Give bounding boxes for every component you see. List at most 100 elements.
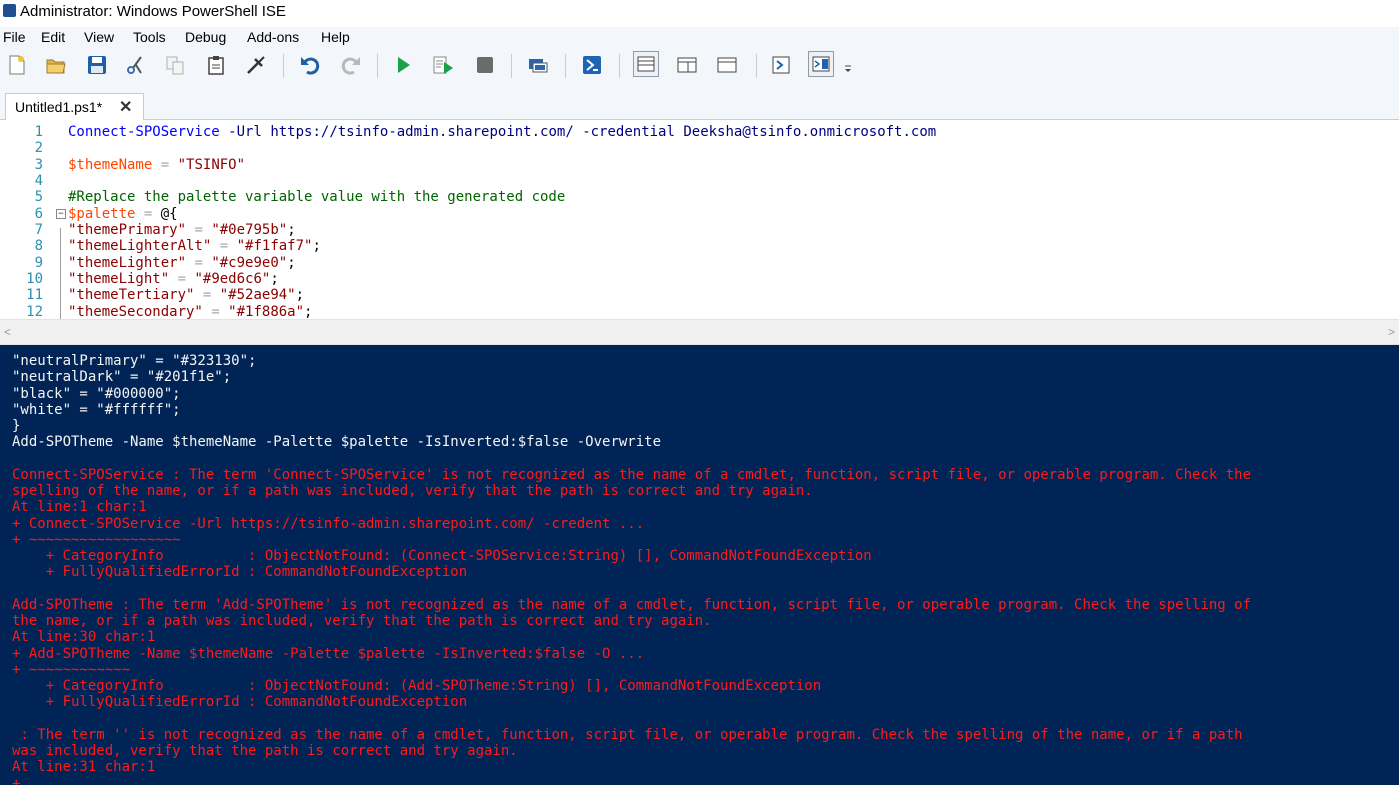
toolbar-separator xyxy=(619,54,620,78)
title-bar: Administrator: Windows PowerShell ISE xyxy=(0,0,1399,26)
script-pane-maximized-icon[interactable] xyxy=(716,54,738,76)
code-token: "#0e795b" xyxy=(211,221,288,238)
console-error-line: + CategoryInfo : ObjectNotFound: (Connec… xyxy=(12,548,872,564)
menu-file[interactable]: File xyxy=(3,29,26,45)
code-text: "themePrimary" = "#0e795b"; xyxy=(68,222,296,238)
console-error-line: + FullyQualifiedErrorId : CommandNotFoun… xyxy=(12,694,468,711)
menu-edit[interactable]: Edit xyxy=(41,29,65,45)
code-token: = xyxy=(177,270,187,287)
scroll-right-icon[interactable]: > xyxy=(1388,325,1395,339)
fold-guide-line xyxy=(60,228,61,319)
undo-icon[interactable] xyxy=(299,54,321,76)
code-token: Connect-SPOService xyxy=(68,124,220,140)
console-error-line: spelling of the name, or if a path was i… xyxy=(12,483,813,499)
close-icon[interactable]: ✕ xyxy=(119,97,132,117)
code-text: "themeLighterAlt" = "#f1faf7"; xyxy=(68,238,321,254)
clear-console-icon[interactable] xyxy=(245,54,267,76)
scroll-left-icon[interactable]: < xyxy=(4,325,11,339)
menu-tools[interactable]: Tools xyxy=(133,29,166,45)
code-token: "#52ae94" xyxy=(219,287,296,304)
code-line[interactable]: 12 "themeSecondary" = "#1f886a"; xyxy=(0,304,1399,319)
editor-horizontal-scrollbar[interactable]: < > xyxy=(0,319,1399,345)
run-selection-icon[interactable] xyxy=(432,54,454,76)
code-token: https://tsinfo-admin.sharepoint.com/ xyxy=(270,124,574,140)
menu-debug[interactable]: Debug xyxy=(185,29,226,45)
show-command-add-on-icon[interactable] xyxy=(808,51,834,77)
code-text: Connect-SPOService -Url https://tsinfo-a… xyxy=(68,124,936,140)
code-token: ; xyxy=(304,303,313,319)
console-error-line: was included, verify that the path is co… xyxy=(12,743,518,759)
console-error-line: Add-SPOTheme : The term 'Add-SPOTheme' i… xyxy=(12,596,1252,613)
code-text: "themeLighter" = "#c9e9e0"; xyxy=(68,255,296,271)
code-token: "themeLighter" xyxy=(68,254,187,271)
cut-icon[interactable] xyxy=(124,54,146,76)
console-error-line: Connect-SPOService : The term 'Connect-S… xyxy=(12,466,1252,483)
save-icon[interactable] xyxy=(86,54,108,76)
code-line[interactable]: 5 #Replace the palette variable value wit… xyxy=(0,189,1399,205)
console-error-line: + ~~~~~~~~~~~~ xyxy=(12,661,131,678)
script-pane-top-icon[interactable] xyxy=(633,51,659,77)
code-token: "#f1faf7" xyxy=(236,238,313,255)
console-pane[interactable]: "neutralPrimary" = "#323130"; "neutralDar… xyxy=(0,345,1399,785)
code-line[interactable]: 8 "themeLighterAlt" = "#f1faf7"; xyxy=(0,238,1399,254)
collapse-icon[interactable]: − xyxy=(56,208,66,219)
new-script-icon[interactable] xyxy=(6,54,28,76)
code-line[interactable]: 11 "themeTertiary" = "#52ae94"; xyxy=(0,287,1399,303)
console-error-line: + CategoryInfo : ObjectNotFound: (Add-SP… xyxy=(12,678,822,694)
paste-icon[interactable] xyxy=(205,54,227,76)
console-output-line: "white" = "#ffffff"; xyxy=(12,401,181,418)
line-number: 11 xyxy=(26,287,43,304)
line-number: 2 xyxy=(34,140,43,157)
redo-icon[interactable] xyxy=(340,54,362,76)
code-text: $palette = @{ xyxy=(68,206,178,222)
code-token: "#9ed6c6" xyxy=(194,270,271,287)
console-error-line: At line:31 char:1 xyxy=(12,759,156,776)
toolbar-separator xyxy=(283,54,284,78)
code-token: #Replace the palette variable value with… xyxy=(68,189,566,206)
powershell-exe-icon[interactable] xyxy=(581,54,603,76)
new-remote-tab-icon[interactable] xyxy=(527,54,549,76)
code-line[interactable]: 2 xyxy=(0,140,1399,156)
copy-icon[interactable] xyxy=(164,54,186,76)
run-script-icon[interactable] xyxy=(392,54,414,76)
code-line[interactable]: 3 $themeName = "TSINFO" xyxy=(0,157,1399,173)
line-number: 1 xyxy=(34,124,43,140)
code-text: "themeTertiary" = "#52ae94"; xyxy=(68,287,304,303)
menu-help[interactable]: Help xyxy=(321,29,350,45)
menu-view[interactable]: View xyxy=(84,29,114,45)
code-line[interactable]: 9 "themeLighter" = "#c9e9e0"; xyxy=(0,255,1399,271)
console-error-line: + ~~~~~~~~~~~~~~~~~~ xyxy=(12,531,181,548)
code-token: $palette xyxy=(68,205,136,222)
stop-operation-icon[interactable] xyxy=(474,54,496,76)
code-token: ; xyxy=(312,238,321,255)
code-token: "TSINFO" xyxy=(177,156,246,173)
console-output-line: "black" = "#000000"; xyxy=(12,385,181,402)
code-token: "#1f886a" xyxy=(228,303,305,319)
open-icon[interactable] xyxy=(45,54,67,76)
code-line[interactable]: 7 "themePrimary" = "#0e795b"; xyxy=(0,222,1399,238)
code-line[interactable]: 1 Connect-SPOService -Url https://tsinfo-… xyxy=(0,124,1399,140)
code-token: = xyxy=(160,156,170,173)
code-token: -Url xyxy=(228,124,262,140)
line-number: 6 xyxy=(34,205,43,222)
code-token: @{ xyxy=(160,205,178,222)
line-number: 4 xyxy=(34,172,43,189)
script-pane-right-icon[interactable] xyxy=(676,54,698,76)
console-error-line: : The term '' is not recognized as the n… xyxy=(12,726,1243,743)
menu-add-ons[interactable]: Add-ons xyxy=(247,29,299,45)
tab-untitled1[interactable]: Untitled1.ps1* ✕ xyxy=(5,93,144,120)
script-editor[interactable]: 1 Connect-SPOService -Url https://tsinfo-… xyxy=(0,120,1399,319)
console-error-line: At line:1 char:1 xyxy=(12,499,147,516)
line-number: 3 xyxy=(34,156,43,173)
toolbar-overflow-icon[interactable] xyxy=(843,64,853,74)
show-command-window-icon[interactable] xyxy=(770,54,792,76)
code-line[interactable]: 6 − $palette = @{ xyxy=(0,206,1399,222)
code-line[interactable]: 4 xyxy=(0,173,1399,189)
console-output-line: "neutralPrimary" = "#323130"; xyxy=(12,353,257,369)
code-line[interactable]: 10 "themeLight" = "#9ed6c6"; xyxy=(0,271,1399,287)
code-token: "themeTertiary" xyxy=(68,287,195,304)
